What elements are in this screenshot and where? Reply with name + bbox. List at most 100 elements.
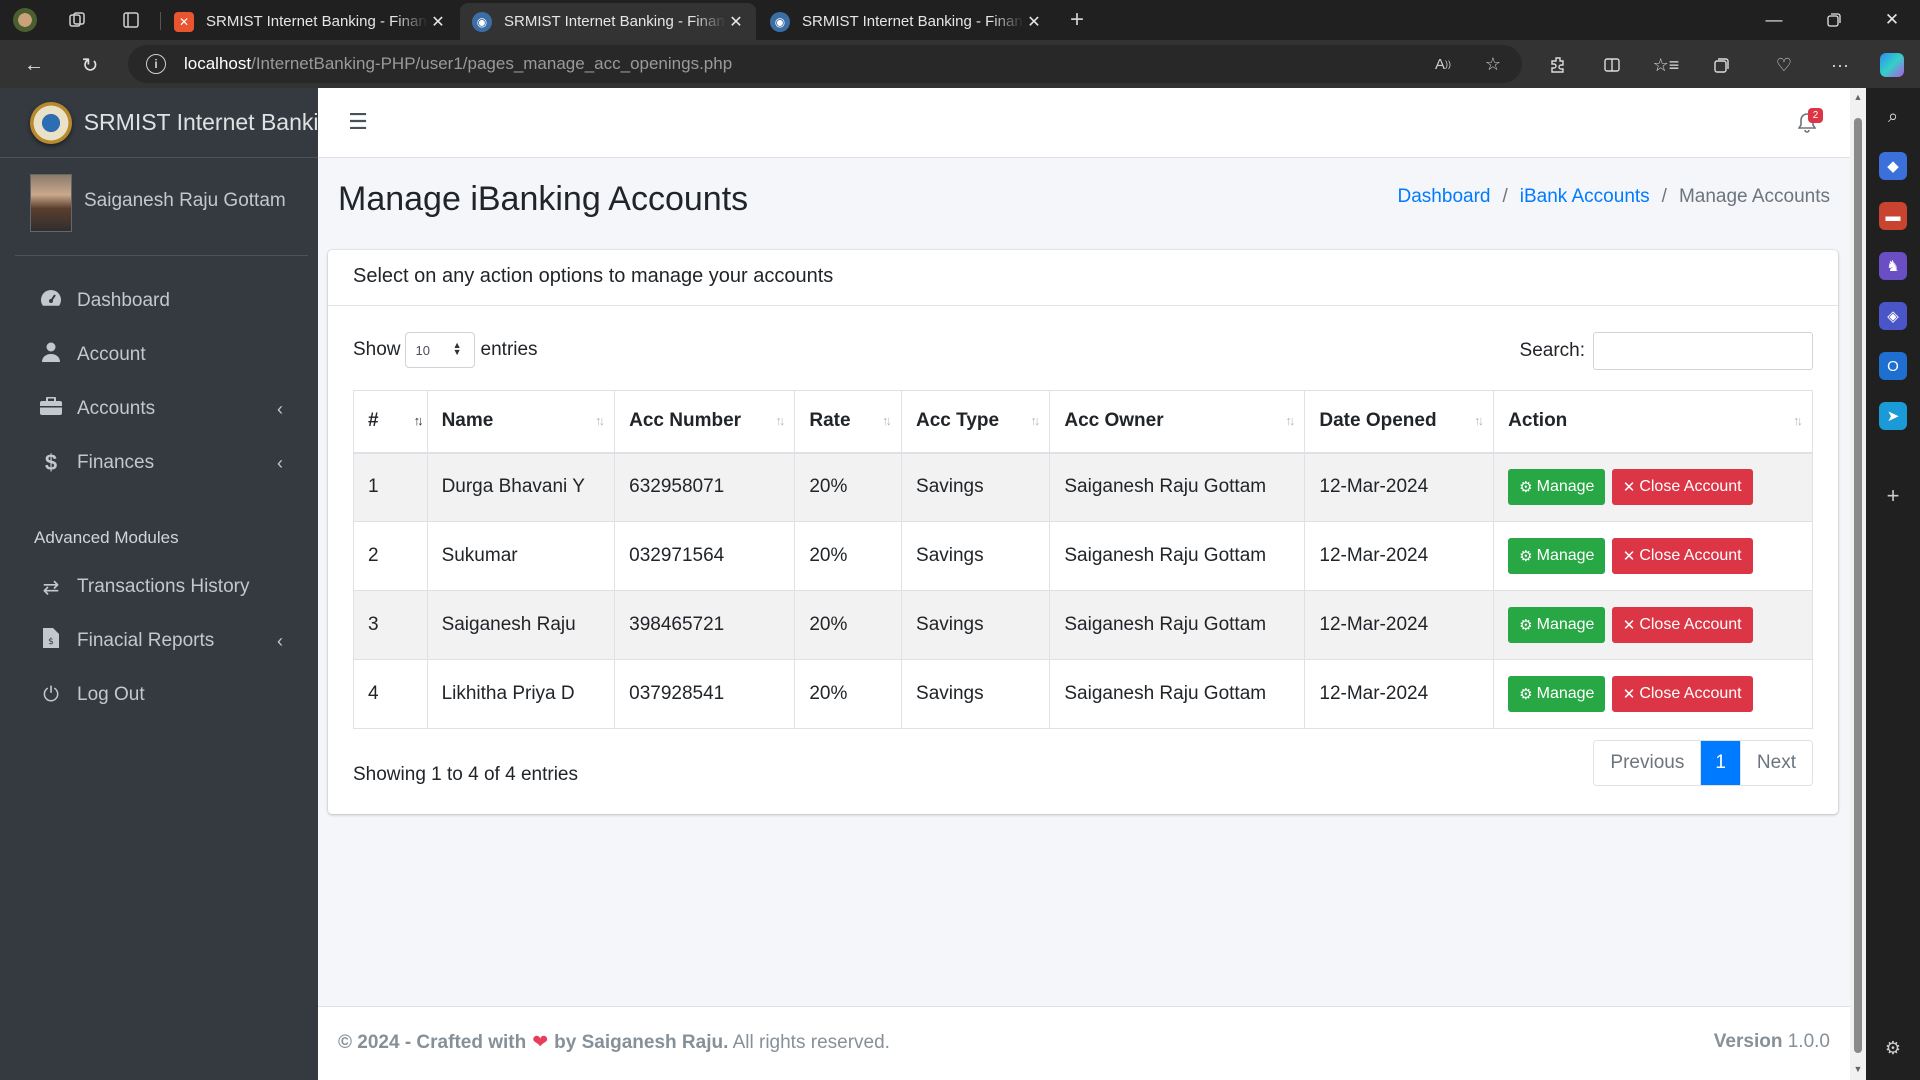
sidebar-item-label: Accounts bbox=[77, 398, 156, 419]
extensions-icon[interactable] bbox=[1542, 49, 1574, 81]
brand-link[interactable]: SRMIST Internet Banking bbox=[0, 88, 318, 158]
cell-rate: 20% bbox=[794, 452, 903, 522]
table-search: Search: bbox=[1520, 332, 1813, 370]
browser-tab-1[interactable]: ✕ SRMIST Internet Banking - Financial ✕ bbox=[162, 3, 458, 40]
close-tab-icon[interactable]: ✕ bbox=[428, 12, 448, 32]
entries-per-page-select[interactable]: 10 ▲ ▼ bbox=[404, 332, 475, 368]
page-title: Manage iBanking Accounts bbox=[338, 180, 749, 218]
breadcrumb-ibank-accounts-link[interactable]: iBank Accounts bbox=[1520, 186, 1650, 208]
cell-acc-number: 398465721 bbox=[614, 590, 796, 660]
url-field[interactable]: i localhost/InternetBanking-PHP/user1/pa… bbox=[128, 45, 1522, 83]
table-info: Showing 1 to 4 of 4 entries bbox=[353, 764, 578, 785]
footer-author: by Saiganesh Raju. bbox=[554, 1032, 729, 1053]
settings-gear-icon[interactable]: ⚙ bbox=[1879, 1034, 1907, 1062]
pagination-next[interactable]: Next bbox=[1739, 741, 1812, 785]
cell-action: ⚙ Manage ✕ Close Account bbox=[1493, 590, 1813, 660]
scrollbar-thumb[interactable] bbox=[1854, 118, 1862, 1053]
scroll-down-arrow-icon[interactable]: ▼ bbox=[1853, 1064, 1863, 1074]
collections-icon[interactable] bbox=[1706, 49, 1738, 81]
power-icon: ⏻ bbox=[43, 683, 59, 706]
column-header-name[interactable]: Name ↑↓ bbox=[426, 390, 616, 454]
pagination-page-1[interactable]: 1 bbox=[1701, 741, 1740, 785]
scroll-up-arrow-icon[interactable]: ▲ bbox=[1853, 92, 1863, 102]
sidebar-item-financial-reports[interactable]: $ Finacial Reports ‹ bbox=[15, 618, 305, 664]
restore-icon[interactable] bbox=[1806, 0, 1862, 40]
cell-date-opened: 12-Mar-2024 bbox=[1304, 590, 1495, 660]
column-header-rate[interactable]: Rate ↑↓ bbox=[794, 390, 903, 454]
copilot-sidebar-icon[interactable]: ◈ bbox=[1879, 302, 1907, 330]
outlook-icon[interactable]: O bbox=[1879, 352, 1907, 380]
manage-button[interactable]: ⚙ Manage bbox=[1508, 607, 1606, 643]
cell-acc-type: Savings bbox=[901, 521, 1051, 591]
cell-acc-type: Savings bbox=[901, 452, 1051, 522]
hamburger-menu-icon[interactable]: ☰ bbox=[346, 108, 370, 136]
column-header-number[interactable]: # ↑↓ bbox=[353, 390, 428, 454]
tab-title: SRMIST Internet Banking - Financial bbox=[802, 13, 1024, 30]
breadcrumb-dashboard-link[interactable]: Dashboard bbox=[1398, 186, 1491, 208]
manage-button[interactable]: ⚙ Manage bbox=[1508, 469, 1606, 506]
more-menu-icon[interactable]: ··· bbox=[1824, 49, 1856, 81]
page-scrollbar[interactable]: ▲ ▼ bbox=[1850, 88, 1866, 1080]
profile-avatar-icon[interactable] bbox=[12, 7, 38, 33]
search-input[interactable] bbox=[1593, 332, 1813, 370]
manage-button[interactable]: ⚙ Manage bbox=[1508, 538, 1606, 574]
close-window-icon[interactable]: ✕ bbox=[1864, 0, 1920, 40]
browser-tab-bar: ✕ SRMIST Internet Banking - Financial ✕ … bbox=[0, 0, 1920, 40]
close-account-button[interactable]: ✕ Close Account bbox=[1611, 607, 1753, 643]
pagination-previous[interactable]: Previous bbox=[1594, 741, 1702, 785]
browser-tab-2[interactable]: ◉ SRMIST Internet Banking - Financial ✕ bbox=[460, 3, 756, 40]
add-sidebar-app-icon[interactable]: + bbox=[1879, 482, 1907, 510]
shopping-tag-icon[interactable]: ◆ bbox=[1879, 152, 1907, 180]
workspaces-icon[interactable] bbox=[64, 7, 90, 33]
sidebar-item-finances[interactable]: $ Finances ‹ bbox=[15, 440, 305, 486]
browser-tab-3[interactable]: ◉ SRMIST Internet Banking - Financial ✕ bbox=[758, 3, 1054, 40]
column-header-date-opened[interactable]: Date Opened ↑↓ bbox=[1304, 390, 1495, 454]
minimize-icon[interactable]: — bbox=[1746, 0, 1802, 40]
column-header-acc-type[interactable]: Acc Type ↑↓ bbox=[901, 390, 1051, 454]
manage-button[interactable]: ⚙ Manage bbox=[1508, 676, 1606, 712]
sidebar-item-account[interactable]: Account bbox=[15, 332, 305, 378]
read-aloud-icon[interactable]: A)) bbox=[1428, 49, 1458, 79]
cell-acc-number: 632958071 bbox=[614, 452, 796, 522]
send-icon[interactable]: ➤ bbox=[1879, 402, 1907, 430]
tab-actions-icon[interactable] bbox=[118, 7, 144, 33]
cell-acc-number: 032971564 bbox=[614, 521, 796, 591]
close-account-button[interactable]: ✕ Close Account bbox=[1611, 538, 1753, 574]
user-panel[interactable]: Saiganesh Raju Gottam bbox=[15, 174, 308, 256]
footer-crafted: © 2024 - Crafted with bbox=[338, 1032, 527, 1053]
column-header-acc-owner[interactable]: Acc Owner ↑↓ bbox=[1049, 390, 1306, 454]
exchange-icon: ⇄ bbox=[42, 576, 60, 599]
close-tab-icon[interactable]: ✕ bbox=[726, 12, 746, 32]
favorite-star-icon[interactable]: ☆ bbox=[1478, 49, 1508, 79]
site-info-icon[interactable]: i bbox=[146, 54, 166, 74]
sidebar-item-transactions-history[interactable]: ⇄ Transactions History bbox=[15, 564, 305, 610]
tab-separator bbox=[160, 12, 161, 30]
performance-icon[interactable]: ♡ bbox=[1768, 49, 1800, 81]
sidebar-item-label: Finances bbox=[77, 452, 155, 473]
sidebar-item-dashboard[interactable]: Dashboard bbox=[15, 278, 305, 324]
search-icon[interactable]: ⌕ bbox=[1879, 102, 1907, 130]
column-header-acc-number[interactable]: Acc Number ↑↓ bbox=[614, 390, 796, 454]
sort-icon: ↑↓ bbox=[882, 413, 892, 428]
times-icon: ✕ bbox=[1622, 548, 1636, 565]
times-icon: ✕ bbox=[1622, 617, 1636, 634]
new-tab-icon[interactable]: + bbox=[1064, 6, 1090, 33]
sort-icon: ↑↓ bbox=[1474, 413, 1484, 428]
copilot-icon[interactable] bbox=[1876, 49, 1908, 81]
refresh-icon[interactable]: ↻ bbox=[74, 49, 106, 81]
select-arrows-icon: ▲ ▼ bbox=[452, 340, 462, 357]
sidebar-item-logout[interactable]: ⏻ Log Out bbox=[15, 672, 305, 718]
notification-bell-icon[interactable]: 2 bbox=[1794, 108, 1823, 136]
column-header-action[interactable]: Action ↑↓ bbox=[1493, 390, 1813, 454]
close-account-button[interactable]: ✕ Close Account bbox=[1611, 676, 1753, 712]
games-icon[interactable]: ♞ bbox=[1879, 252, 1907, 280]
search-label: Search: bbox=[1519, 340, 1585, 361]
favorites-icon[interactable]: ☆≡ bbox=[1650, 49, 1682, 81]
close-tab-icon[interactable]: ✕ bbox=[1024, 12, 1044, 32]
dashboard-icon bbox=[37, 288, 65, 314]
tools-briefcase-icon[interactable]: ▬ bbox=[1879, 202, 1907, 230]
back-icon[interactable]: ← bbox=[18, 49, 50, 81]
close-account-button[interactable]: ✕ Close Account bbox=[1611, 469, 1753, 506]
sidebar-item-accounts[interactable]: Accounts ‹ bbox=[15, 386, 305, 432]
split-screen-icon[interactable] bbox=[1596, 49, 1628, 81]
